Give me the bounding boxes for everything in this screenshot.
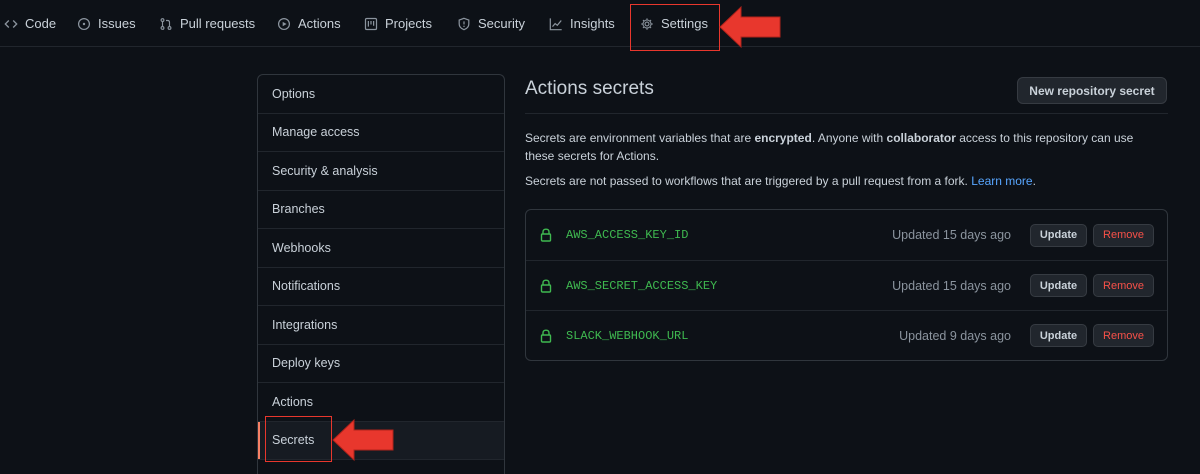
secret-row: SLACK_WEBHOOK_URL Updated 9 days ago Upd… xyxy=(526,310,1167,360)
lock-icon xyxy=(540,328,552,343)
secret-name: AWS_SECRET_ACCESS_KEY xyxy=(566,278,718,293)
update-button[interactable]: Update xyxy=(1030,223,1087,247)
graph-icon xyxy=(549,17,563,31)
divider xyxy=(525,113,1168,114)
fork-note-text: Secrets are not passed to workflows that… xyxy=(525,174,972,188)
settings-sidebar: Options Manage access Security & analysi… xyxy=(257,74,505,474)
tab-security-label: Security xyxy=(478,16,525,31)
sidebar-item-branches[interactable]: Branches xyxy=(258,191,504,229)
sidebar-item-label: Options xyxy=(272,86,316,101)
secret-row: AWS_SECRET_ACCESS_KEY Updated 15 days ag… xyxy=(526,260,1167,310)
secret-name: AWS_ACCESS_KEY_ID xyxy=(566,228,689,242)
tab-insights[interactable]: Insights xyxy=(549,0,615,47)
tab-issues-label: Issues xyxy=(98,16,136,31)
fork-note-end: . xyxy=(1032,174,1036,188)
page-title: Actions secrets xyxy=(525,78,654,99)
secret-updated: Updated 9 days ago xyxy=(899,328,1011,343)
remove-button[interactable]: Remove xyxy=(1093,274,1154,297)
tab-issues[interactable]: Issues xyxy=(77,0,136,47)
lock-icon xyxy=(540,228,552,242)
project-board-icon xyxy=(364,17,378,31)
repo-nav: Code Issues Pull requests Actions Projec… xyxy=(0,0,1200,47)
tab-code-label: Code xyxy=(25,16,57,31)
tab-pull-requests[interactable]: Pull requests xyxy=(159,0,255,47)
red-arrow-icon xyxy=(332,418,394,465)
sidebar-item-manage-access[interactable]: Manage access xyxy=(258,114,504,152)
sidebar-item-label: Security & analysis xyxy=(272,163,378,178)
sidebar-item-label: Integrations xyxy=(272,317,338,332)
fork-note: Secrets are not passed to workflows that… xyxy=(525,172,1165,190)
sidebar-item-label: Deploy keys xyxy=(272,356,341,371)
sidebar-item-integrations[interactable]: Integrations xyxy=(258,306,504,345)
sidebar-item-label: Branches xyxy=(272,202,325,217)
description-text: Secrets are environment variables that a… xyxy=(525,131,755,145)
sidebar-item-label: Manage access xyxy=(272,125,360,140)
tab-insights-label: Insights xyxy=(570,16,615,31)
update-button[interactable]: Update xyxy=(1030,274,1087,297)
play-icon xyxy=(277,17,291,31)
description-text: . Anyone with xyxy=(811,131,887,145)
lock-icon xyxy=(540,278,552,293)
new-repository-secret-button[interactable]: New repository secret xyxy=(1017,77,1167,104)
secrets-list: AWS_ACCESS_KEY_ID Updated 15 days ago Up… xyxy=(525,209,1168,361)
sidebar-item-webhooks[interactable]: Webhooks xyxy=(258,229,504,268)
tab-security[interactable]: Security xyxy=(457,0,525,47)
red-arrow-icon xyxy=(719,5,781,52)
sidebar-item-label: Notifications xyxy=(272,279,341,294)
tab-code[interactable]: Code xyxy=(4,0,56,47)
tab-actions-label: Actions xyxy=(298,16,341,31)
sidebar-item-options[interactable]: Options xyxy=(258,75,504,114)
secret-updated: Updated 15 days ago xyxy=(892,228,1011,242)
description-bold-collaborator: collaborator xyxy=(886,131,956,145)
update-button[interactable]: Update xyxy=(1030,324,1087,347)
secrets-description: Secrets are environment variables that a… xyxy=(525,129,1165,165)
secrets-highlight-box xyxy=(265,416,332,462)
tab-projects[interactable]: Projects xyxy=(364,0,432,47)
shield-icon xyxy=(457,17,471,31)
remove-button[interactable]: Remove xyxy=(1093,324,1154,347)
secret-updated: Updated 15 days ago xyxy=(892,278,1011,293)
settings-highlight-box xyxy=(630,4,720,51)
secret-name: SLACK_WEBHOOK_URL xyxy=(566,328,689,343)
sidebar-item-label: Webhooks xyxy=(272,240,331,255)
learn-more-link[interactable]: Learn more xyxy=(971,174,1032,188)
secret-row: AWS_ACCESS_KEY_ID Updated 15 days ago Up… xyxy=(526,210,1167,260)
sidebar-item-label: Actions xyxy=(272,394,313,409)
tab-projects-label: Projects xyxy=(385,16,432,31)
issue-circle-icon xyxy=(77,17,91,31)
pull-request-icon xyxy=(159,17,173,31)
tab-pull-requests-label: Pull requests xyxy=(180,16,256,31)
remove-button[interactable]: Remove xyxy=(1093,223,1154,247)
description-bold-encrypted: encrypted xyxy=(754,131,812,145)
sidebar-item-security-analysis[interactable]: Security & analysis xyxy=(258,152,504,191)
sidebar-item-notifications[interactable]: Notifications xyxy=(258,268,504,306)
tab-actions[interactable]: Actions xyxy=(277,0,341,47)
sidebar-item-deploy-keys[interactable]: Deploy keys xyxy=(258,345,504,383)
code-icon xyxy=(4,17,18,31)
